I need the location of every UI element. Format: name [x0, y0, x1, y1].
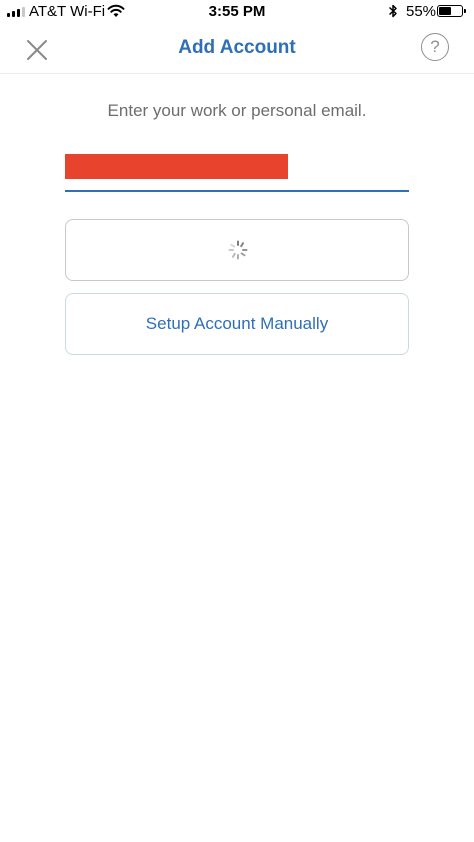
- help-button[interactable]: ?: [421, 33, 449, 61]
- loading-spinner-icon: [228, 240, 248, 260]
- battery-icon: [437, 5, 466, 17]
- battery-percent: 55%: [406, 3, 437, 20]
- page-title: Add Account: [178, 37, 296, 58]
- email-field-underline: [65, 190, 409, 192]
- navigation-bar: Add Account ?: [0, 24, 474, 74]
- battery-fill: [439, 7, 451, 15]
- setup-account-manually-button[interactable]: Setup Account Manually: [65, 293, 409, 355]
- bluetooth-icon: [388, 4, 397, 18]
- email-prompt: Enter your work or personal email.: [107, 101, 367, 120]
- next-button[interactable]: [65, 219, 409, 281]
- status-time: 3:55 PM: [208, 3, 266, 20]
- email-field[interactable]: [65, 151, 409, 192]
- email-redaction: [65, 154, 288, 179]
- status-bar: AT&T Wi-Fi 3:55 PM 55%: [0, 0, 474, 24]
